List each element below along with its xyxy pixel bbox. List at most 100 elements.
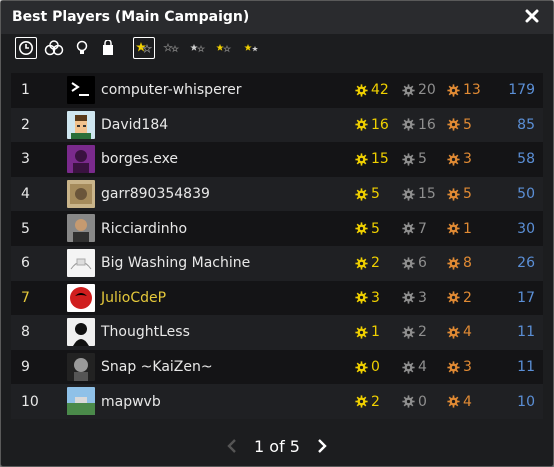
- table-row[interactable]: 9 Snap ~KaiZen~ 0 4 3 11: [11, 349, 543, 385]
- table-row[interactable]: 3 borges.exe 15 5 3 58: [11, 142, 543, 177]
- silver-count: 20: [418, 82, 436, 99]
- player-name: JulioCdeP: [101, 289, 167, 306]
- filter-time-button[interactable]: [15, 37, 37, 59]
- filter-half-star-button[interactable]: [133, 37, 155, 59]
- silver-medals: 7: [402, 211, 427, 246]
- bronze-gear-icon: [447, 118, 460, 131]
- table-row[interactable]: 7 JulioCdeP 3 3 2 17: [11, 280, 543, 316]
- next-page-button[interactable]: [312, 436, 332, 456]
- bronze-count: 3: [463, 359, 472, 376]
- prev-page-button[interactable]: [222, 436, 242, 456]
- shopping-bag-icon: [103, 40, 113, 55]
- bronze-gear-icon: [447, 395, 460, 408]
- player-name: David184: [101, 116, 169, 133]
- filter-four-stars-button[interactable]: [241, 37, 263, 59]
- gold-gear-icon: [355, 360, 368, 374]
- bronze-medals: 5: [447, 177, 472, 212]
- gold-medals: 42: [355, 73, 389, 108]
- total-score: 26: [517, 255, 535, 272]
- gold-gear-icon: [355, 326, 368, 339]
- table-row[interactable]: 6 Big Washing Machine 2 6 8 26: [11, 245, 543, 281]
- player-name: Snap ~KaiZen~: [101, 359, 213, 376]
- gold-medals: 15: [355, 142, 389, 177]
- window-title: Best Players (Main Campaign): [12, 9, 250, 25]
- rank-cell: 10: [21, 393, 39, 410]
- total-score: 10: [517, 393, 535, 410]
- total-score: 30: [517, 220, 535, 237]
- bronze-medals: 5: [447, 108, 472, 143]
- player-name: ThoughtLess: [101, 324, 190, 341]
- bronze-gear-icon: [447, 291, 460, 304]
- total-score: 11: [517, 324, 535, 341]
- silver-medals: 5: [402, 142, 427, 177]
- silver-gear-icon: [402, 187, 415, 201]
- bronze-count: 8: [463, 255, 472, 272]
- filter-moves-button[interactable]: [43, 37, 65, 59]
- silver-medals: 3: [402, 281, 427, 316]
- avatar: [67, 387, 95, 416]
- silver-gear-icon: [402, 257, 415, 270]
- avatar: [67, 352, 95, 381]
- page-indicator: 1 of 5: [254, 436, 300, 456]
- silver-gear-icon: [402, 326, 415, 339]
- gold-gear-icon: [355, 291, 368, 304]
- silver-gear-icon: [402, 84, 415, 97]
- avatar: [67, 76, 95, 104]
- gold-gear-icon: [355, 222, 368, 235]
- filter-one-star-button[interactable]: [161, 37, 183, 59]
- bronze-gear-icon: [447, 187, 460, 201]
- table-row[interactable]: 4 garr890354839 5 15 5 50: [11, 176, 543, 212]
- leaderboard-window: Best Players (Main Campaign) 1 computer-…: [0, 0, 554, 467]
- gold-gear-icon: [355, 84, 368, 97]
- dice-icon: [44, 40, 64, 56]
- bronze-count: 3: [463, 151, 472, 168]
- close-button[interactable]: [523, 7, 541, 25]
- rank-cell: 6: [21, 255, 30, 272]
- silver-count: 7: [418, 220, 427, 237]
- silver-medals: 20: [402, 73, 436, 108]
- gold-gear-icon: [355, 153, 368, 166]
- table-row[interactable]: 2 David184 16 16 5 85: [11, 107, 543, 143]
- bronze-gear-icon: [447, 84, 460, 97]
- avatar: [67, 179, 95, 208]
- filter-toolbar: [15, 37, 275, 63]
- gold-gear-icon: [355, 257, 368, 270]
- rank-cell: 8: [21, 324, 30, 341]
- filter-bag-button[interactable]: [97, 37, 119, 59]
- table-row[interactable]: 8 ThoughtLess 1 2 4 11: [11, 315, 543, 350]
- bronze-count: 1: [463, 220, 472, 237]
- bronze-medals: 2: [447, 281, 472, 316]
- gold-count: 5: [371, 186, 380, 203]
- bronze-count: 5: [463, 116, 472, 133]
- silver-count: 2: [418, 324, 427, 341]
- table-row[interactable]: 5 Ricciardinho 5 7 1 30: [11, 211, 543, 246]
- player-name: Ricciardinho: [101, 220, 188, 237]
- filter-three-stars-button[interactable]: [213, 37, 235, 59]
- bronze-medals: 1: [447, 211, 472, 246]
- player-name: borges.exe: [101, 151, 179, 168]
- avatar: [67, 318, 95, 347]
- total-score: 17: [517, 289, 535, 306]
- bronze-gear-icon: [447, 222, 460, 235]
- total-score: 179: [508, 82, 535, 99]
- silver-gear-icon: [402, 291, 415, 304]
- table-row[interactable]: 10 mapwvb 2 0 4 10: [11, 384, 543, 419]
- rank-cell: 4: [21, 186, 30, 203]
- silver-count: 3: [418, 289, 427, 306]
- clock-icon: [19, 41, 33, 55]
- gold-medals: 1: [355, 315, 380, 350]
- player-name: Big Washing Machine: [101, 255, 251, 272]
- total-score: 11: [517, 359, 535, 376]
- bronze-medals: 3: [447, 142, 472, 177]
- bronze-count: 4: [463, 324, 472, 341]
- gold-count: 1: [371, 324, 380, 341]
- silver-count: 4: [418, 359, 427, 376]
- avatar: [67, 110, 95, 139]
- bronze-gear-icon: [447, 153, 460, 166]
- table-row[interactable]: 1 computer-whisperer 42 20 13 179: [11, 73, 543, 108]
- bronze-medals: 4: [447, 315, 472, 350]
- filter-two-stars-button[interactable]: [187, 37, 209, 59]
- filter-hints-button[interactable]: [71, 37, 93, 59]
- chevron-right-icon: [318, 439, 327, 453]
- close-icon: [525, 9, 539, 23]
